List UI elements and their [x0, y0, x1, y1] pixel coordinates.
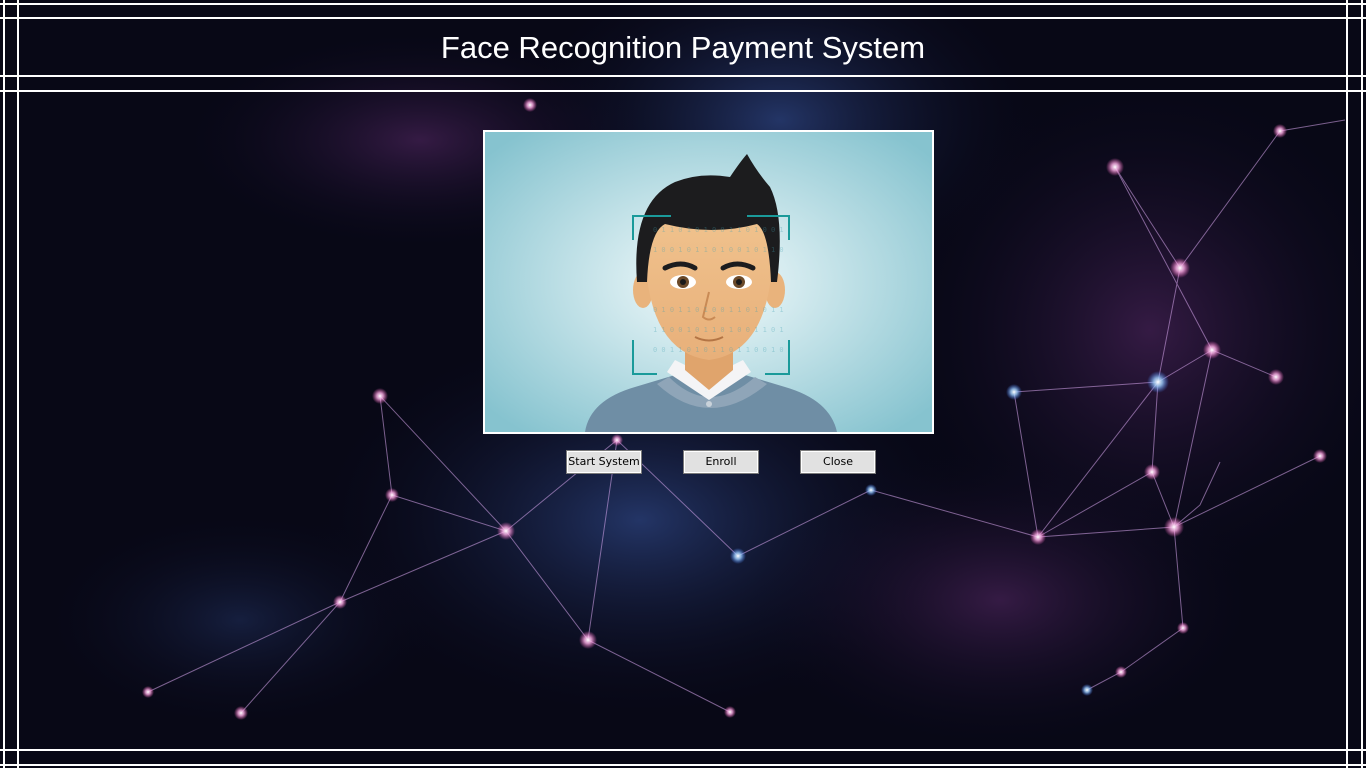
- close-button[interactable]: Close: [800, 450, 876, 474]
- frame-line-left-1: [3, 0, 5, 768]
- enroll-button[interactable]: Enroll: [683, 450, 759, 474]
- frame-line-right-1: [1346, 0, 1348, 768]
- face-avatar-icon: 0 1 1 0 1 0 1 0 0 1 1 0 1 0 0 1 1 0 0 1 …: [485, 132, 932, 432]
- frame-line-bottom-2: [0, 764, 1366, 766]
- svg-text:0 1 0 1 1 0 1 0 0 1 1 0 1 0 1: 0 1 0 1 1 0 1 0 0 1 1 0 1 0 1 1: [653, 306, 784, 314]
- svg-text:0 1 1 0 1 0 1 0 0 1 1 0 1 0 0: 0 1 1 0 1 0 1 0 0 1 1 0 1 0 0 1: [653, 226, 784, 234]
- start-system-button[interactable]: Start System: [566, 450, 642, 474]
- svg-text:1 0 0 1 0 1 1 0 1 0 0 1 0 1 1: 1 0 0 1 0 1 1 0 1 0 0 1 0 1 1 0: [653, 246, 784, 254]
- app-title: Face Recognition Payment System: [440, 30, 926, 65]
- frame-line-top-1: [0, 3, 1366, 5]
- frame-line-bottom-1: [0, 749, 1366, 751]
- svg-text:1 1 0 0 1 0 1 1 0 1 0 0 1 1 0: 1 1 0 0 1 0 1 1 0 1 0 0 1 1 0 1: [653, 326, 784, 334]
- frame-line-top-2: [0, 17, 1366, 19]
- frame-line-left-2: [17, 0, 19, 768]
- camera-preview-panel: 0 1 1 0 1 0 1 0 0 1 1 0 1 0 0 1 1 0 0 1 …: [483, 130, 934, 434]
- frame-line-right-2: [1361, 0, 1363, 768]
- frame-line-header-bottom-2: [0, 90, 1366, 92]
- frame-line-header-bottom-1: [0, 75, 1366, 77]
- svg-text:0 0 1 1 0 1 0 1 1 0 1 1 0 0 1: 0 0 1 1 0 1 0 1 1 0 1 1 0 0 1 0: [653, 346, 784, 354]
